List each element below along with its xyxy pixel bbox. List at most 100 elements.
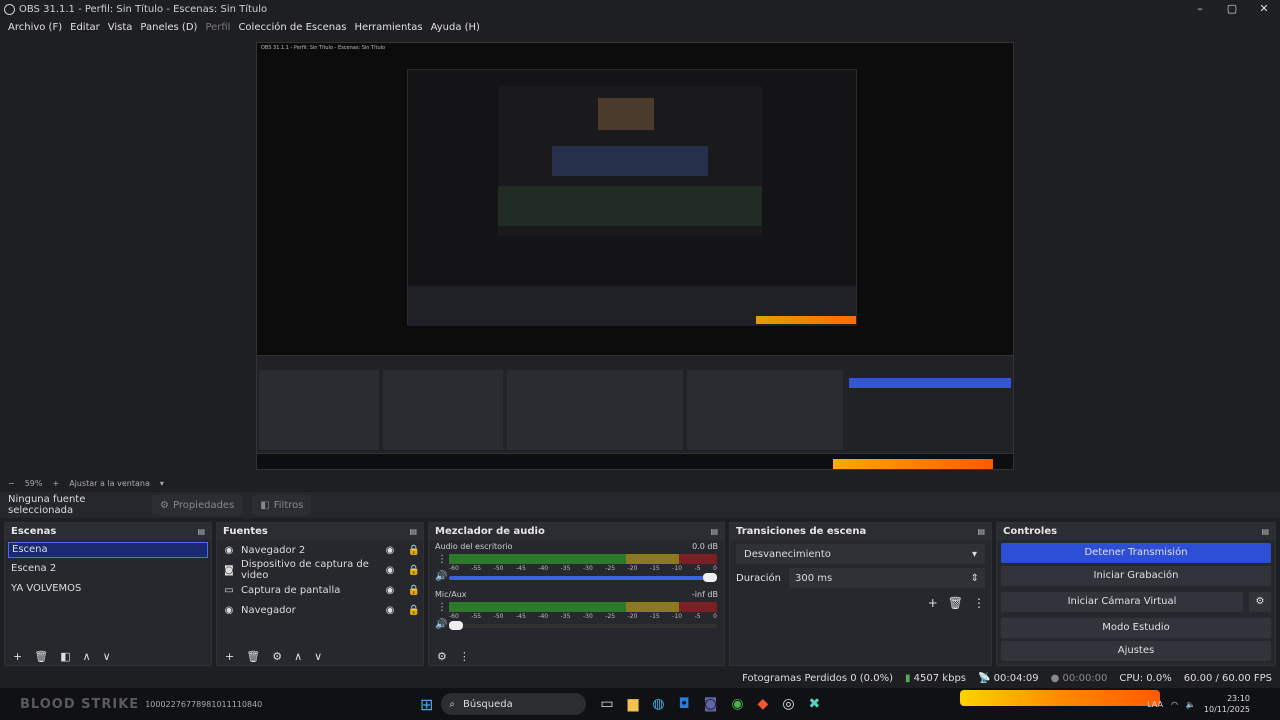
speaker-icon[interactable]: 🔊 (435, 571, 447, 582)
up-icon[interactable]: ∧ (83, 650, 91, 663)
dock-menu-icon[interactable]: ▤ (409, 527, 417, 536)
lock-icon[interactable]: 🔒 (405, 585, 423, 596)
taskbar-search[interactable]: ⌕ Búsqueda (441, 693, 587, 715)
lock-icon[interactable]: 🔒 (405, 565, 423, 576)
trash-icon[interactable]: 🗑 (246, 650, 260, 663)
scenes-dock: Escenas ▤ Escena Escena 2 YA VOLVEMOS + 🗑… (4, 522, 212, 666)
eye-icon[interactable]: ◉ (381, 585, 399, 596)
gear-icon[interactable]: ⚙ (272, 650, 282, 663)
transition-select[interactable]: Desvanecimiento ▾ (736, 544, 985, 564)
bitrate-value: 4507 kbps (913, 672, 966, 684)
source-item[interactable]: ◉ Navegador 2 ◉ 🔒 (217, 540, 423, 560)
spin-icon[interactable]: ⇕ (971, 573, 979, 584)
filter-icon[interactable]: ◧ (60, 650, 70, 663)
windows-start-icon[interactable]: ⊞ (420, 695, 433, 714)
maximize-button[interactable]: ▢ (1216, 0, 1248, 18)
up-icon[interactable]: ∧ (294, 650, 302, 663)
kebab-icon[interactable]: ⋮ (437, 554, 447, 565)
scene-item[interactable]: YA VOLVEMOS (5, 580, 211, 600)
fit-select[interactable]: Ajustar a la ventana (69, 479, 150, 488)
menu-vista[interactable]: Vista (108, 22, 133, 33)
wifi-icon[interactable]: ◠ (1171, 700, 1178, 709)
start-recording-button[interactable]: Iniciar Grabación (1001, 566, 1271, 586)
camera-icon: ◙ (224, 564, 234, 576)
add-icon[interactable]: + (928, 596, 938, 610)
scenes-list: Escena Escena 2 YA VOLVEMOS (5, 542, 211, 651)
trash-icon[interactable]: 🗑 (948, 596, 963, 610)
explorer-icon[interactable]: ▆ (628, 696, 639, 712)
dock-menu-icon[interactable]: ▤ (977, 527, 985, 536)
nested-dock (383, 370, 503, 450)
minimize-button[interactable]: – (1184, 0, 1216, 18)
obs-icon[interactable]: ◎ (782, 696, 794, 712)
zoom-out-button[interactable]: − (8, 479, 15, 488)
dock-menu-icon[interactable]: ▤ (197, 527, 205, 536)
source-item[interactable]: ◉ Navegador ◉ 🔒 (217, 600, 423, 620)
taskbar-apps: ▭ ▆ ◍ ◘ ◙ ◉ ◆ ◎ ✖ (600, 696, 820, 712)
menu-archivo[interactable]: Archivo (F) (8, 22, 62, 33)
task-view-icon[interactable]: ▭ (600, 696, 613, 712)
down-icon[interactable]: ∨ (103, 650, 111, 663)
brave-icon[interactable]: ◆ (758, 696, 769, 712)
system-tray: LAA ◠ 🔈 23:10 10/11/2025 (1147, 688, 1250, 720)
deep-capture (498, 86, 762, 236)
menu-herramientas[interactable]: Herramientas (354, 22, 422, 33)
scenes-title: Escenas (11, 526, 57, 537)
menu-perfil[interactable]: Perfil (205, 22, 230, 33)
zoom-in-button[interactable]: + (52, 479, 59, 488)
source-item[interactable]: ▭ Captura de pantalla ◉ 🔒 (217, 580, 423, 600)
edge-icon[interactable]: ◍ (652, 696, 664, 712)
trash-icon[interactable]: 🗑 (34, 650, 48, 663)
caret-down-icon[interactable]: ▾ (160, 479, 164, 488)
studio-mode-button[interactable]: Modo Estudio (1001, 618, 1271, 638)
kebab-icon[interactable]: ⋮ (437, 602, 447, 613)
eye-icon[interactable]: ◉ (381, 545, 399, 556)
duration-input[interactable]: 300 ms ⇕ (789, 568, 985, 588)
filters-button[interactable]: ◧ Filtros (252, 495, 312, 515)
settings-button[interactable]: Ajustes (1001, 641, 1271, 661)
caret-down-icon: ▾ (971, 548, 977, 560)
menu-editar[interactable]: Editar (70, 22, 100, 33)
mixer-header: Mezclador de audio ▤ (429, 523, 724, 540)
nested-flame (756, 316, 856, 324)
nested-dock (687, 370, 843, 450)
chrome-icon[interactable]: ◉ (731, 696, 743, 712)
down-icon[interactable]: ∨ (314, 650, 322, 663)
volume-slider[interactable] (449, 621, 717, 630)
add-icon[interactable]: + (13, 650, 22, 663)
advanced-audio-icon[interactable]: ⚙ (437, 650, 447, 663)
clock[interactable]: 23:10 10/11/2025 (1204, 693, 1250, 715)
lock-icon[interactable]: 🔒 (405, 545, 423, 556)
scene-item[interactable]: Escena 2 (5, 560, 211, 580)
dock-menu-icon[interactable]: ▤ (710, 527, 718, 536)
close-button[interactable]: ✕ (1248, 0, 1280, 18)
source-item[interactable]: ◙ Dispositivo de captura de video ◉ 🔒 (217, 559, 423, 581)
add-icon[interactable]: + (225, 650, 234, 663)
slider-handle[interactable] (449, 621, 463, 630)
eye-icon[interactable]: ◉ (381, 605, 399, 616)
dock-menu-icon[interactable]: ▤ (1261, 527, 1269, 536)
teams-icon[interactable]: ◙ (704, 696, 718, 712)
properties-button[interactable]: ⚙ Propiedades (152, 495, 243, 515)
volume-icon[interactable]: 🔈 (1186, 700, 1196, 709)
kebab-icon[interactable]: ⋮ (459, 650, 470, 663)
eye-icon[interactable]: ◉ (381, 565, 399, 576)
volume-slider[interactable] (449, 573, 717, 582)
menu-paneles[interactable]: Paneles (D) (140, 22, 197, 33)
signal-icon: ▮ (904, 672, 911, 684)
speaker-icon[interactable]: 🔊 (435, 619, 447, 630)
preview-canvas[interactable]: OBS 31.1.1 - Perfil: Sin Título - Escena… (0, 36, 1280, 476)
language-indicator[interactable]: LAA (1147, 700, 1163, 709)
lock-icon[interactable]: 🔒 (405, 605, 423, 616)
slider-handle[interactable] (703, 573, 717, 582)
stop-stream-button[interactable]: Detener Transmisión (1001, 543, 1271, 563)
start-virtual-camera-button[interactable]: Iniciar Cámara Virtual (1001, 592, 1243, 612)
menu-coleccion[interactable]: Colección de Escenas (238, 22, 346, 33)
app-icon[interactable]: ✖ (809, 696, 821, 712)
kebab-icon[interactable]: ⋮ (973, 596, 985, 610)
menu-ayuda[interactable]: Ayuda (H) (431, 22, 480, 33)
scene-item[interactable]: Escena (8, 542, 208, 558)
outlook-icon[interactable]: ◘ (679, 696, 690, 712)
gear-icon[interactable]: ⚙ (1249, 592, 1271, 612)
transition-value: Desvanecimiento (744, 548, 831, 560)
